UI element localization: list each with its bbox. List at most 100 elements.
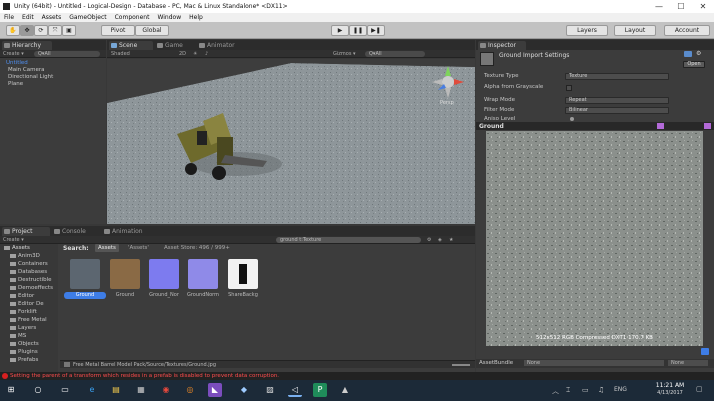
- tab-inspector[interactable]: Inspector: [478, 41, 526, 50]
- 2d-toggle[interactable]: 2D: [179, 51, 186, 57]
- filter-type-icon[interactable]: ⚙: [427, 237, 431, 243]
- folder-item[interactable]: MS: [10, 333, 26, 340]
- folder-assets-root[interactable]: Assets: [4, 245, 30, 252]
- menu-gameobject[interactable]: GameObject: [69, 13, 106, 22]
- scene-search-input[interactable]: Q▾All: [365, 51, 425, 57]
- hierarchy-item-directional-light[interactable]: Directional Light: [8, 74, 53, 80]
- texture-preview[interactable]: 512x512 RGB Compressed DXT1 170.7 KB: [486, 131, 703, 346]
- unity-editor-icon[interactable]: ◁: [288, 383, 302, 397]
- search-icon[interactable]: ○: [31, 383, 45, 397]
- store-icon[interactable]: ▦: [134, 383, 148, 397]
- menu-file[interactable]: File: [4, 13, 14, 22]
- photos-icon[interactable]: ▲: [338, 383, 352, 397]
- menu-window[interactable]: Window: [157, 13, 181, 22]
- folder-item[interactable]: Databases: [10, 269, 47, 276]
- texture-type-dropdown[interactable]: Texture: [565, 73, 669, 80]
- scope-assets-tab[interactable]: Assets: [95, 244, 119, 252]
- asset-share-background[interactable]: [228, 259, 258, 289]
- tray-chevron-icon[interactable]: ︿: [552, 386, 559, 396]
- move-tool-icon[interactable]: ✥: [20, 25, 34, 36]
- asset-label-ground-gray[interactable]: Ground: [64, 292, 106, 299]
- icon-size-slider[interactable]: [452, 364, 470, 366]
- assetbundle-dropdown[interactable]: None: [524, 360, 664, 366]
- language-indicator[interactable]: ENG: [614, 386, 627, 393]
- chrome-icon[interactable]: ◉: [159, 383, 173, 397]
- project-search-input[interactable]: ground t:Texture: [276, 237, 421, 243]
- audio-toggle-icon[interactable]: ♪: [205, 51, 208, 57]
- folder-item[interactable]: Forklift: [10, 309, 37, 316]
- folder-item[interactable]: Destructible: [10, 277, 52, 284]
- gallery-icon[interactable]: ▨: [263, 383, 277, 397]
- open-button[interactable]: Open: [683, 61, 705, 68]
- menu-assets[interactable]: Assets: [42, 13, 62, 22]
- scene-root-item[interactable]: Untitled: [6, 60, 28, 66]
- maximize-button[interactable]: ☐: [670, 0, 692, 13]
- hand-tool-icon[interactable]: ✋: [6, 25, 20, 36]
- favorite-star-icon[interactable]: ★: [449, 237, 453, 243]
- tab-animation[interactable]: Animation: [102, 227, 158, 236]
- folder-item[interactable]: Containers: [10, 261, 48, 268]
- scope-folder-tab[interactable]: 'Assets': [128, 245, 149, 251]
- volume-icon[interactable]: ♫: [598, 386, 604, 394]
- hierarchy-item-main-camera[interactable]: Main Camera: [8, 67, 44, 73]
- global-toggle[interactable]: Global: [135, 25, 169, 36]
- asset-label-icon[interactable]: [701, 348, 709, 355]
- network-icon[interactable]: ⌶: [566, 386, 570, 395]
- lighting-toggle-icon[interactable]: ☀: [193, 51, 197, 57]
- hierarchy-search-input[interactable]: Q▾All: [34, 51, 100, 57]
- asset-ground-normal[interactable]: [149, 259, 179, 289]
- tab-project[interactable]: Project: [2, 227, 50, 236]
- wrap-mode-dropdown[interactable]: Repeat: [565, 97, 669, 104]
- folder-item[interactable]: Editor De: [10, 301, 44, 308]
- asset-label-ground-normal-2[interactable]: GroundNorm: [184, 292, 222, 299]
- clock-date[interactable]: 4/13/2017: [650, 390, 690, 396]
- firefox-icon[interactable]: ◎: [183, 383, 197, 397]
- rect-tool-icon[interactable]: ▣: [62, 25, 76, 36]
- unity-hub-icon[interactable]: ◆: [237, 383, 251, 397]
- step-button[interactable]: ▶❚: [367, 25, 385, 36]
- pivot-toggle[interactable]: Pivot: [101, 25, 135, 36]
- asset-label-ground-normal[interactable]: Ground_Nor: [145, 292, 183, 299]
- action-center-icon[interactable]: ▢: [696, 385, 703, 393]
- visual-studio-icon[interactable]: ◣: [208, 383, 222, 397]
- folder-item[interactable]: Plugins: [10, 349, 38, 356]
- settings-gear-icon[interactable]: ⚙: [696, 51, 704, 57]
- minimize-button[interactable]: —: [648, 0, 670, 13]
- folder-item[interactable]: Demoeffects: [10, 285, 53, 292]
- folder-item[interactable]: Editor: [10, 293, 34, 300]
- asset-ground-normal-2[interactable]: [188, 259, 218, 289]
- task-view-icon[interactable]: ▭: [58, 383, 72, 397]
- shading-mode-dropdown[interactable]: Shaded: [111, 51, 130, 57]
- asset-ground-gray[interactable]: [70, 259, 100, 289]
- project-create-button[interactable]: Create ▾: [3, 237, 24, 243]
- folder-item[interactable]: Objects: [10, 341, 39, 348]
- preview-channel-icon[interactable]: [657, 123, 664, 129]
- folder-item[interactable]: Anim3D: [10, 253, 40, 260]
- gizmos-dropdown[interactable]: Gizmos ▾: [333, 51, 356, 57]
- tab-animator[interactable]: Animator: [197, 41, 253, 50]
- play-button[interactable]: ▶: [331, 25, 349, 36]
- menu-edit[interactable]: Edit: [22, 13, 34, 22]
- tab-game[interactable]: Game: [155, 41, 195, 50]
- app-ps-icon[interactable]: P: [313, 383, 327, 397]
- aniso-level-slider[interactable]: [570, 117, 574, 121]
- scene-gizmo[interactable]: Persp: [430, 64, 466, 108]
- edge-browser-icon[interactable]: e: [85, 383, 99, 397]
- assetbundle-variant-dropdown[interactable]: None: [668, 360, 708, 366]
- scene-viewport[interactable]: Persp: [107, 59, 475, 224]
- pause-button[interactable]: ❚❚: [349, 25, 367, 36]
- folder-item[interactable]: Layers: [10, 325, 36, 332]
- folder-item[interactable]: Prefabs: [10, 357, 38, 364]
- scope-asset-store-tab[interactable]: Asset Store: 496 / 999+: [164, 245, 230, 251]
- battery-icon[interactable]: ▭: [582, 386, 589, 394]
- clock-time[interactable]: 11:21 AM: [650, 382, 690, 389]
- close-button[interactable]: ✕: [692, 0, 714, 13]
- alpha-grayscale-checkbox[interactable]: [566, 85, 572, 91]
- hierarchy-item-plane[interactable]: Plane: [8, 81, 23, 87]
- help-icon[interactable]: [684, 51, 692, 57]
- menu-component[interactable]: Component: [115, 13, 150, 22]
- menu-help[interactable]: Help: [189, 13, 203, 22]
- preview-mip-icon[interactable]: [704, 123, 711, 129]
- filter-mode-dropdown[interactable]: Bilinear: [565, 107, 669, 114]
- layout-dropdown[interactable]: Layout: [614, 25, 656, 36]
